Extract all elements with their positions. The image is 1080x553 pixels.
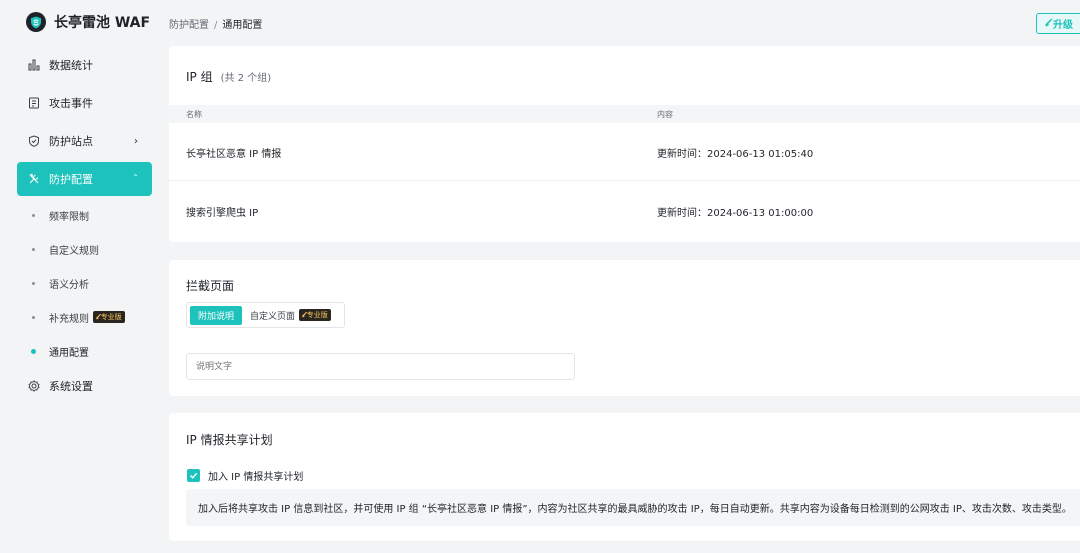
tab-additional-notes[interactable]: 附加说明 (190, 305, 243, 325)
row-name: 长亭社区恶意 IP 情报 (186, 149, 282, 160)
ip-group-card: IP 组 (共 2 个组) 名称 内容 长亭社区恶意 IP 情报 更新时间：202… (169, 46, 1080, 242)
pro-edition-badge: 𝓵 专业版 (299, 309, 331, 321)
chevron-right-icon: › (134, 135, 138, 147)
column-header-content: 内容 (657, 110, 673, 119)
bullet-icon (32, 281, 35, 285)
sidebar-subitem-general-config[interactable]: 通用配置 (31, 340, 89, 362)
sidebar-item-label: 系统设置 (49, 380, 93, 393)
sidebar-item-system-settings[interactable]: 系统设置 (17, 369, 152, 403)
breadcrumb: 防护配置 / 通用配置 (169, 16, 262, 31)
table-row[interactable]: 长亭社区恶意 IP 情报 更新时间：2024-06-13 01:05:40 (169, 123, 1080, 181)
ip-share-description-text: 加入后将共享攻击 IP 信息到社区，并可使用 IP 组 “长亭社区恶意 IP 情… (198, 504, 1072, 515)
breadcrumb-current: 通用配置 (222, 20, 263, 31)
sidebar-item-protected-sites[interactable]: 防护站点 › (17, 124, 152, 158)
pro-icon: 𝓵 (302, 310, 305, 319)
sidebar-subitem-semantic-analysis[interactable]: 语义分析 (32, 272, 89, 294)
tab-custom-page-label: 自定义页面 (250, 311, 296, 322)
tools-icon (28, 173, 40, 185)
sidebar-subitem-label: 补充规则 (49, 313, 89, 325)
sidebar-item-label: 攻击事件 (49, 97, 93, 110)
pro-badge-label: 专业版 (100, 313, 122, 321)
bar-chart-icon (28, 59, 40, 71)
upgrade-icon: 𝓵 (1045, 18, 1049, 29)
shield-logo-icon (26, 12, 46, 32)
shield-icon (28, 135, 40, 147)
row-name: 搜索引擎爬虫 IP (186, 208, 259, 219)
top-bar: 防护配置 / 通用配置 𝓵 升级 (168, 0, 1080, 44)
tab-custom-page[interactable]: 自定义页面 𝓵 专业版 (242, 306, 339, 325)
upgrade-label: 升级 (1053, 20, 1073, 31)
bullet-icon (32, 213, 35, 217)
bullet-icon (32, 315, 35, 319)
ip-share-description: 加入后将共享攻击 IP 信息到社区，并可使用 IP 组 “长亭社区恶意 IP 情… (186, 489, 1080, 526)
document-icon (28, 97, 40, 109)
ip-share-checkbox-row[interactable]: 加入 IP 情报共享计划 (187, 468, 303, 483)
pro-edition-badge: 𝓵 专业版 (93, 311, 125, 323)
table-row[interactable]: 搜索引擎爬虫 IP 更新时间：2024-06-13 01:00:00 (169, 182, 1080, 240)
sidebar-subitem-custom-rules[interactable]: 自定义规则 (32, 238, 99, 260)
sidebar-item-label: 数据统计 (49, 59, 93, 72)
ip-share-title: IP 情报共享计划 (186, 433, 273, 447)
block-page-tabs: 附加说明 自定义页面 𝓵 专业版 (186, 302, 345, 328)
chevron-up-icon: ˆ (133, 173, 138, 185)
row-content: 更新时间：2024-06-13 01:05:40 (657, 149, 814, 160)
sidebar-subitem-rate-limit[interactable]: 频率限制 (32, 204, 89, 226)
sidebar: 长亭雷池 WAF 数据统计 攻击事件 防护站点 › 防护配置 ˆ 频率限制 自定… (0, 0, 168, 553)
bullet-icon (31, 348, 36, 354)
breadcrumb-parent[interactable]: 防护配置 (169, 20, 209, 31)
sidebar-subitem-label: 语义分析 (49, 279, 89, 291)
pro-icon: 𝓵 (96, 312, 99, 321)
sidebar-subitem-label: 通用配置 (49, 347, 89, 359)
sidebar-item-statistics[interactable]: 数据统计 (17, 48, 152, 82)
ip-share-card: IP 情报共享计划 加入 IP 情报共享计划 加入后将共享攻击 IP 信息到社区… (169, 413, 1080, 541)
pro-badge-label: 专业版 (306, 311, 328, 319)
ip-group-title: IP 组 (共 2 个组) (186, 68, 271, 85)
table-header: 名称 内容 (169, 105, 1080, 123)
sidebar-subitem-supplement-rules[interactable]: 补充规则 𝓵 专业版 (32, 306, 125, 328)
sidebar-item-label: 防护配置 (49, 173, 93, 186)
upgrade-button[interactable]: 𝓵 升级 (1036, 13, 1080, 34)
app-logo[interactable]: 长亭雷池 WAF (26, 8, 150, 36)
bullet-icon (32, 247, 35, 251)
description-text-input[interactable] (186, 353, 575, 380)
ip-group-count: (共 2 个组) (220, 73, 272, 84)
column-header-name: 名称 (186, 110, 202, 119)
app-name: 长亭雷池 WAF (54, 15, 151, 31)
row-content: 更新时间：2024-06-13 01:00:00 (657, 208, 814, 219)
sidebar-subitem-label: 自定义规则 (49, 245, 99, 257)
ip-share-checkbox-label: 加入 IP 情报共享计划 (208, 472, 304, 483)
gear-icon (28, 380, 40, 392)
sidebar-item-label: 防护站点 (49, 135, 93, 148)
breadcrumb-separator: / (214, 20, 218, 31)
block-page-card: 拦截页面 附加说明 自定义页面 𝓵 专业版 (169, 260, 1080, 396)
ip-group-title-text: IP 组 (186, 70, 213, 84)
sidebar-item-attack-events[interactable]: 攻击事件 (17, 86, 152, 120)
checkbox-checked-icon[interactable] (187, 469, 200, 482)
block-page-title: 拦截页面 (186, 279, 235, 293)
sidebar-subitem-label: 频率限制 (49, 211, 89, 223)
sidebar-item-protection-config[interactable]: 防护配置 ˆ (17, 162, 152, 196)
